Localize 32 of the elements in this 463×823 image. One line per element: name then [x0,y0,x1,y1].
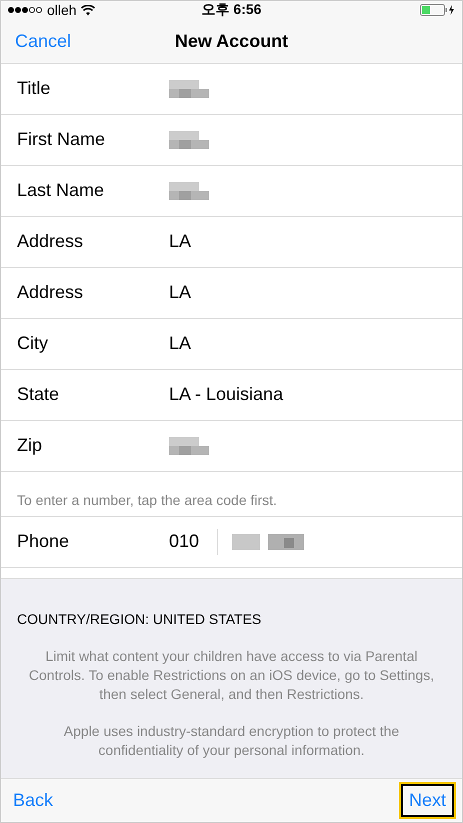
field-label: Address [17,231,84,252]
field-value[interactable]: LA [169,231,192,252]
area-code[interactable]: 010 [169,531,217,552]
field-value[interactable]: LA [169,282,192,304]
info-paragraph: Limit what content your children have access to via Parental Controls. To enable Restrictions on an iOS device, go to Settings, then select General, and then Restrictions. [28,646,436,704]
field-label: City [17,333,49,354]
next-button[interactable]: Next [400,784,454,817]
redacted-value [169,80,209,98]
redacted-value [169,130,209,149]
country-heading: COUNTRY/REGION: UNITED STATES [17,610,262,627]
field-label: Zip [17,435,44,456]
field-value[interactable]: LA [169,333,192,354]
field-label: Phone [17,531,70,552]
screen-title: New Account [174,30,288,52]
wifi-icon [80,4,95,16]
field-label: Address [17,282,84,304]
signal-icon [7,6,43,14]
phone-hint: To enter a number, tap the area code first. [1,472,462,517]
cancel-button[interactable]: Cancel [11,28,76,54]
field-label: State [17,384,60,406]
redacted-value [169,182,209,200]
back-button[interactable]: Back [9,788,58,813]
battery-charging-icon [420,4,456,16]
status-time: 오후 6:56 [202,1,262,20]
field-label: Last Name [17,180,106,202]
redacted-value [169,436,209,455]
field-label: First Name [17,129,106,150]
field-value[interactable]: LA - Louisiana [169,384,284,406]
field-label: Title [17,78,52,100]
redacted-value [232,534,304,550]
carrier-name: olleh [47,2,77,18]
info-paragraph: Apple uses industry-standard encryption to protect the confidentiality of your personal information. [62,722,400,760]
